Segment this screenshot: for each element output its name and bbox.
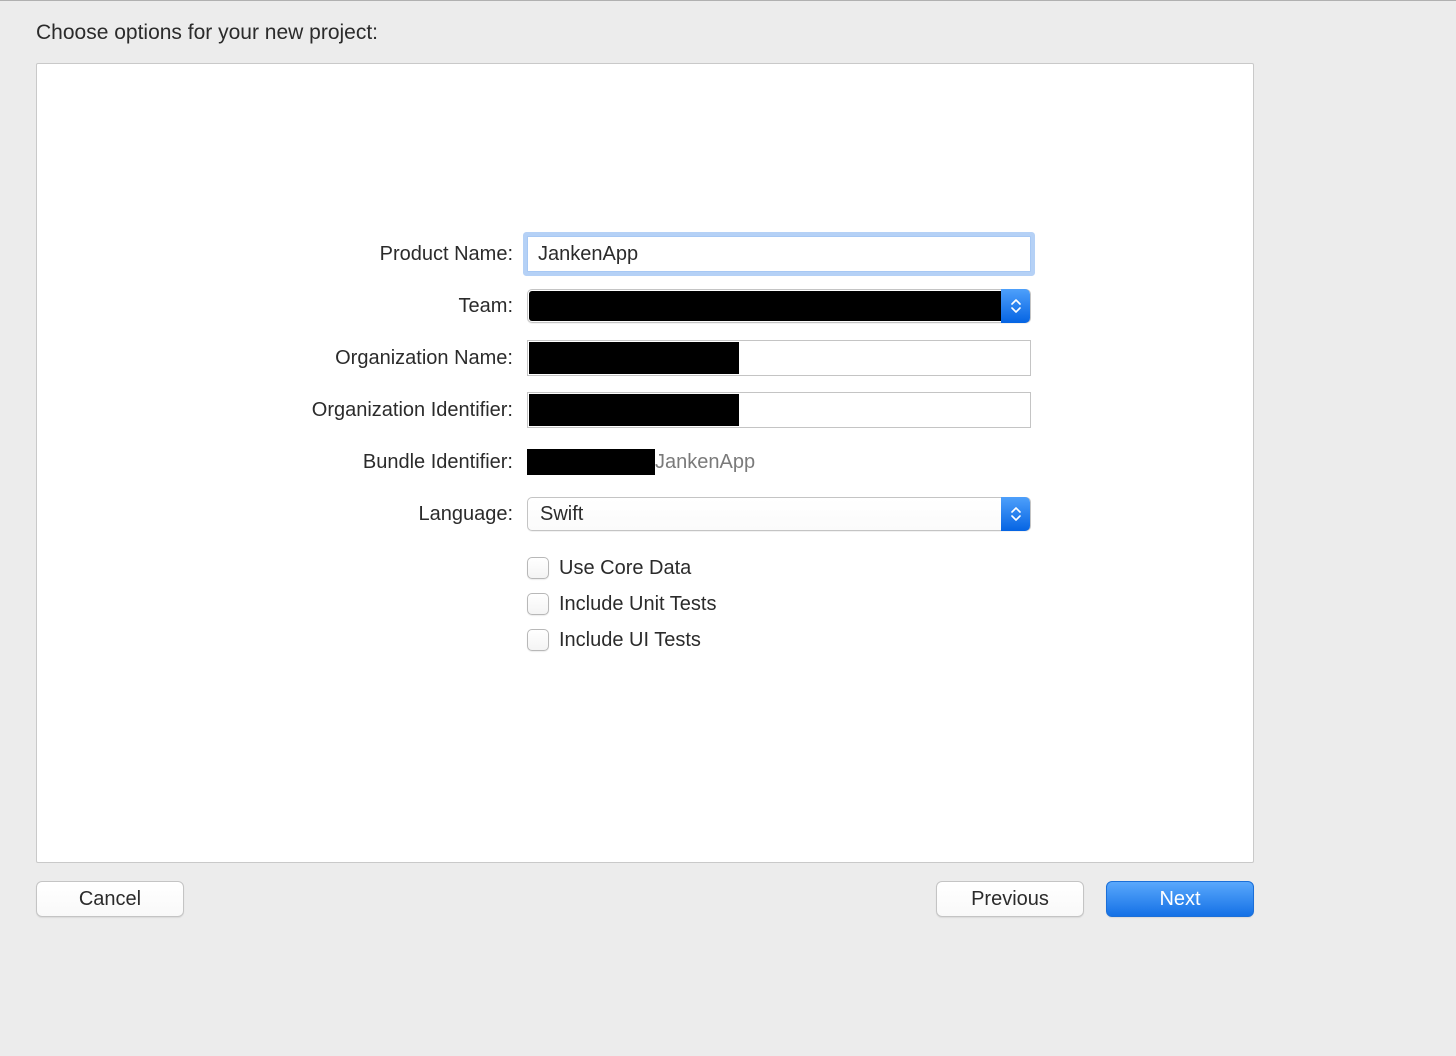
row-core-data: Use Core Data [37,554,1253,582]
label-product-name: Product Name: [37,243,527,266]
next-button[interactable]: Next [1106,881,1254,917]
row-org-name: Organization Name: [37,340,1253,376]
control-language: Swift [527,497,1031,531]
control-org-identifier [527,392,1031,428]
label-team: Team: [37,295,527,318]
project-form: Product Name: Team: [37,236,1253,662]
label-org-identifier: Organization Identifier: [37,399,527,422]
next-label: Next [1159,888,1200,911]
redacted-block [527,449,655,475]
control-org-name [527,340,1031,376]
bundle-identifier-value: JankenApp [527,449,755,475]
row-bundle-identifier: Bundle Identifier: JankenApp [37,444,1253,480]
org-name-input[interactable] [527,340,1031,376]
control-product-name [527,236,1031,272]
previous-label: Previous [971,888,1049,911]
unit-tests-checkbox[interactable] [527,593,549,615]
row-unit-tests: Include Unit Tests [37,590,1253,618]
row-language: Language: Swift [37,496,1253,532]
cancel-label: Cancel [79,888,141,911]
team-select[interactable] [527,289,1031,323]
label-language: Language: [37,503,527,526]
control-team [527,289,1031,323]
row-product-name: Product Name: [37,236,1253,272]
redacted-block [529,291,1001,321]
product-name-input[interactable] [527,236,1031,272]
chevron-up-down-icon [1001,289,1030,323]
cancel-button[interactable]: Cancel [36,881,184,917]
form-panel: Product Name: Team: [36,63,1254,863]
label-org-name: Organization Name: [37,347,527,370]
row-org-identifier: Organization Identifier: [37,392,1253,428]
dialog-title: Choose options for your new project: [36,21,1254,45]
label-unit-tests: Include Unit Tests [559,593,717,616]
row-ui-tests: Include UI Tests [37,626,1253,654]
row-team: Team: [37,288,1253,324]
label-bundle-identifier: Bundle Identifier: [37,451,527,474]
core-data-checkbox[interactable] [527,557,549,579]
label-ui-tests: Include UI Tests [559,629,701,652]
chevron-up-down-icon [1001,497,1030,531]
previous-button[interactable]: Previous [936,881,1084,917]
ui-tests-checkbox[interactable] [527,629,549,651]
org-identifier-input[interactable] [527,392,1031,428]
language-select[interactable]: Swift [527,497,1031,531]
bundle-suffix: JankenApp [655,451,755,474]
label-core-data: Use Core Data [559,557,691,580]
options-block: Use Core Data Include Unit Tests Include… [37,554,1253,654]
language-value: Swift [540,503,583,526]
new-project-dialog: Choose options for your new project: Pro… [0,1,1290,935]
footer-right: Previous Next [936,881,1254,917]
control-bundle-identifier: JankenApp [527,449,1031,475]
dialog-footer: Cancel Previous Next [36,863,1254,935]
